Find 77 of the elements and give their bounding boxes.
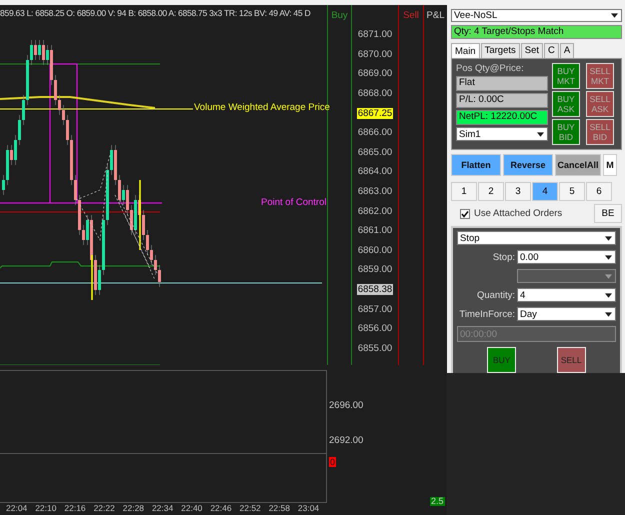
time-label: 22:04 (6, 503, 28, 513)
be-button[interactable]: BE (594, 204, 622, 223)
chart-info-text: 859.63 L: 6858.25 O: 6859.00 V: 94 B: 6858.00 A: 6858.75 3x3 TR: 12s BV: 49 AV: 45 D (0, 7, 310, 20)
price-label: 6856.00 (356, 323, 394, 334)
tab[interactable]: C (544, 43, 559, 58)
column-header: Buy (331, 10, 348, 21)
dropdown-arrow-icon (537, 132, 544, 136)
time-label: 22:34 (152, 503, 174, 513)
action-button[interactable]: M (603, 154, 617, 176)
poc-label: Point of Control (261, 197, 326, 208)
price-label: 6870.00 (356, 48, 394, 60)
pl-field: P/L: 0.00C (456, 93, 548, 108)
quantity-button[interactable]: 2 (478, 182, 504, 201)
price-label: 6866.00 (356, 127, 394, 138)
field-label: Stop: (492, 252, 515, 262)
time-label: 22:52 (240, 503, 262, 513)
order-dropdown[interactable]: 4 (517, 288, 616, 302)
account-dropdown[interactable]: Sim1 (456, 127, 548, 141)
price-label: 6868.00 (356, 88, 394, 100)
order-dropdown[interactable]: 0.00 (517, 250, 616, 264)
checkbox[interactable] (460, 208, 470, 218)
price-label: 6865.00 (356, 146, 394, 158)
time-label: 22:10 (35, 503, 58, 513)
time-label: 23:04 (298, 503, 320, 513)
dropdown-arrow-icon (605, 274, 612, 278)
column-header: P&L (426, 10, 444, 21)
column-header: Sell (403, 10, 419, 21)
price-label: 6869.00 (356, 68, 394, 80)
quantity-button[interactable]: 4 (532, 182, 558, 201)
action-button[interactable]: Reverse (503, 154, 553, 176)
status-bar: Qty: 4 Target/Stops Match (451, 25, 622, 39)
dropdown-arrow-icon (605, 292, 612, 298)
strategy-dropdown[interactable]: Vee-NoSL (451, 9, 622, 22)
net-pl-field: NetPL: 12220.00C (456, 110, 548, 125)
dropdown-arrow-icon (605, 254, 612, 260)
quantity-button[interactable]: 6 (586, 182, 612, 201)
quantity-button[interactable]: 5 (559, 182, 585, 201)
price-label: 6855.00 (356, 342, 394, 354)
time-label: 22:16 (64, 503, 87, 513)
tab[interactable]: Main (451, 43, 480, 58)
value-tag: 0 (329, 457, 336, 467)
time-label: 22:22 (94, 503, 116, 513)
price-label: 6858.38 (356, 284, 394, 296)
tab[interactable]: A (560, 43, 574, 58)
price-label: 6867.25 (356, 108, 394, 119)
time-label: 22:46 (210, 503, 233, 513)
dropdown-arrow-icon (605, 312, 612, 316)
checkbox-label: Use Attached Orders (474, 208, 564, 219)
order-dropdown[interactable]: Day (517, 307, 616, 321)
action-button[interactable]: CancelAll (555, 154, 601, 176)
value-tag: 2.5 (430, 497, 445, 506)
field-label: TimeInForce: (459, 308, 515, 320)
price-label: 6860.00 (356, 244, 394, 256)
time-label: 22:58 (268, 503, 291, 513)
order-type-dropdown[interactable]: Stop (457, 231, 616, 245)
tab[interactable]: Set (520, 43, 544, 58)
field-label: Quantity: (476, 290, 515, 300)
price-label: 6859.00 (356, 264, 394, 276)
price-label: 6863.00 (356, 186, 394, 198)
quantity-button[interactable]: 3 (505, 182, 531, 201)
position-field: Flat (456, 76, 548, 91)
vwap-label: Volume Weighted Average Price (194, 102, 330, 113)
axis-label: 2692.00 (329, 435, 364, 446)
price-label: 6861.00 (356, 225, 394, 236)
price-label: 6857.00 (356, 304, 394, 315)
price-label: 6871.00 (356, 29, 394, 40)
tab[interactable]: Targets (480, 43, 520, 58)
axis-label: 2696.00 (329, 400, 364, 411)
position-label: Pos Qty@Price: (456, 63, 525, 74)
dropdown-arrow-icon (611, 13, 618, 18)
time-label: 22:28 (122, 503, 146, 513)
time-label: 22:40 (181, 503, 204, 513)
action-button[interactable]: Flatten (451, 154, 501, 176)
dropdown-arrow-icon (605, 236, 612, 240)
price-label: 6862.00 (356, 206, 394, 217)
quantity-button[interactable]: 1 (451, 182, 477, 201)
price-label: 6864.00 (356, 166, 394, 178)
